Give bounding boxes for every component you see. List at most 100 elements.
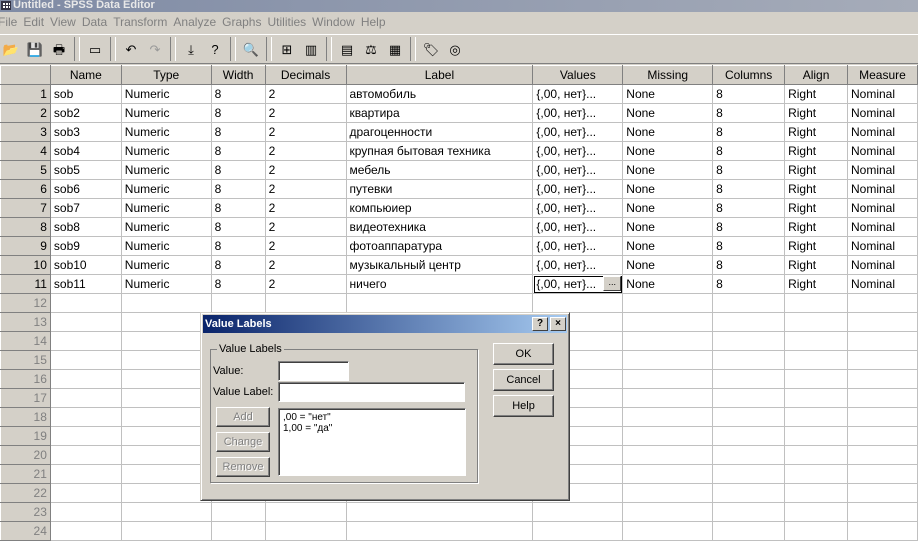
empty-cell[interactable] [622, 369, 714, 389]
empty-cell[interactable] [712, 388, 786, 408]
help-button[interactable]: Help [493, 395, 554, 417]
empty-cell[interactable] [846, 521, 918, 541]
empty-cell[interactable] [846, 312, 918, 332]
cell-columns[interactable]: 8 [712, 160, 786, 180]
cell-align[interactable]: Right [784, 255, 848, 275]
find-binoculars-icon[interactable]: 🔍 [240, 38, 262, 60]
cell-columns[interactable]: 8 [712, 103, 786, 123]
cell-decimals[interactable]: 2 [264, 103, 347, 123]
empty-cell[interactable] [784, 521, 848, 541]
column-header[interactable]: Columns [712, 65, 786, 85]
empty-cell[interactable] [784, 312, 848, 332]
empty-cell[interactable] [532, 293, 624, 313]
corner-header[interactable] [0, 65, 51, 85]
empty-cell[interactable] [846, 369, 918, 389]
row-number[interactable]: 6 [0, 179, 51, 199]
goto-case-icon[interactable]: ⤓ [180, 38, 202, 60]
cell-measure[interactable]: Nominal [846, 84, 918, 104]
row-number[interactable]: 2 [0, 103, 51, 123]
empty-cell[interactable] [120, 369, 212, 389]
cell-align[interactable]: Right [784, 122, 848, 142]
cell-type[interactable]: Numeric [120, 274, 212, 294]
empty-cell[interactable] [846, 293, 918, 313]
empty-cell[interactable] [846, 445, 918, 465]
cell-align[interactable]: Right [784, 179, 848, 199]
empty-cell[interactable] [712, 502, 786, 522]
empty-cell[interactable] [712, 483, 786, 503]
cell-label[interactable]: путевки [345, 179, 534, 199]
cell-label[interactable]: квартира [345, 103, 534, 123]
value-input[interactable] [278, 361, 349, 381]
menu-item-data[interactable]: Data [82, 15, 113, 29]
cell-width[interactable]: 8 [210, 84, 266, 104]
cell-width[interactable]: 8 [210, 217, 266, 237]
cell-measure[interactable]: Nominal [846, 160, 918, 180]
cell-width[interactable]: 8 [210, 255, 266, 275]
cell-name[interactable]: sob4 [49, 141, 122, 161]
empty-cell[interactable] [49, 331, 122, 351]
empty-cell[interactable] [846, 388, 918, 408]
empty-cell[interactable] [712, 445, 786, 465]
empty-cell[interactable] [622, 350, 714, 370]
cell-measure[interactable]: Nominal [846, 103, 918, 123]
empty-cell[interactable] [210, 521, 266, 541]
row-number[interactable]: 10 [0, 255, 51, 275]
empty-cell[interactable] [49, 350, 122, 370]
empty-cell[interactable] [120, 331, 212, 351]
empty-cell[interactable] [712, 293, 786, 313]
empty-cell[interactable] [846, 407, 918, 427]
cell-values[interactable]: {,00, нет}... [532, 103, 624, 123]
empty-cell[interactable] [622, 502, 714, 522]
empty-cell[interactable] [120, 464, 212, 484]
row-number[interactable]: 8 [0, 217, 51, 237]
empty-cell[interactable] [49, 369, 122, 389]
cell-align[interactable]: Right [784, 160, 848, 180]
cell-decimals[interactable]: 2 [264, 179, 347, 199]
empty-cell[interactable] [120, 388, 212, 408]
cell-type[interactable]: Numeric [120, 198, 212, 218]
empty-cell[interactable] [784, 388, 848, 408]
print-icon[interactable]: 🖶 [48, 38, 70, 60]
row-number[interactable]: 12 [0, 293, 51, 313]
empty-cell[interactable] [846, 483, 918, 503]
empty-cell[interactable] [622, 293, 714, 313]
cell-decimals[interactable]: 2 [264, 84, 347, 104]
column-header[interactable]: Values [532, 65, 624, 85]
cell-type[interactable]: Numeric [120, 255, 212, 275]
menu-item-utilities[interactable]: Utilities [267, 15, 312, 29]
list-item[interactable]: 1,00 = "да" [283, 423, 461, 434]
redo-icon[interactable]: ↷ [144, 38, 166, 60]
empty-cell[interactable] [120, 407, 212, 427]
empty-cell[interactable] [120, 350, 212, 370]
cell-label[interactable]: драгоценности [345, 122, 534, 142]
cell-decimals[interactable]: 2 [264, 274, 347, 294]
empty-cell[interactable] [784, 483, 848, 503]
empty-cell[interactable] [120, 483, 212, 503]
cell-values[interactable]: {,00, нет}... [532, 141, 624, 161]
empty-cell[interactable] [210, 502, 266, 522]
column-header[interactable]: Measure [846, 65, 918, 85]
row-number[interactable]: 9 [0, 236, 51, 256]
empty-cell[interactable] [784, 369, 848, 389]
save-icon[interactable]: 💾 [24, 38, 46, 60]
cell-decimals[interactable]: 2 [264, 122, 347, 142]
cell-values[interactable]: {,00, нет}... [532, 179, 624, 199]
empty-cell[interactable] [846, 502, 918, 522]
cell-decimals[interactable]: 2 [264, 236, 347, 256]
empty-cell[interactable] [712, 331, 786, 351]
cell-missing[interactable]: None [622, 274, 714, 294]
cell-type[interactable]: Numeric [120, 122, 212, 142]
empty-cell[interactable] [622, 331, 714, 351]
cell-measure[interactable]: Nominal [846, 179, 918, 199]
cell-missing[interactable]: None [622, 198, 714, 218]
cell-align[interactable]: Right [784, 236, 848, 256]
cell-label[interactable]: видеотехника [345, 217, 534, 237]
cell-missing[interactable]: None [622, 255, 714, 275]
cell-type[interactable]: Numeric [120, 217, 212, 237]
empty-cell[interactable] [846, 464, 918, 484]
empty-cell[interactable] [120, 521, 212, 541]
cell-missing[interactable]: None [622, 236, 714, 256]
cell-missing[interactable]: None [622, 122, 714, 142]
empty-cell[interactable] [49, 312, 122, 332]
empty-cell[interactable] [622, 483, 714, 503]
